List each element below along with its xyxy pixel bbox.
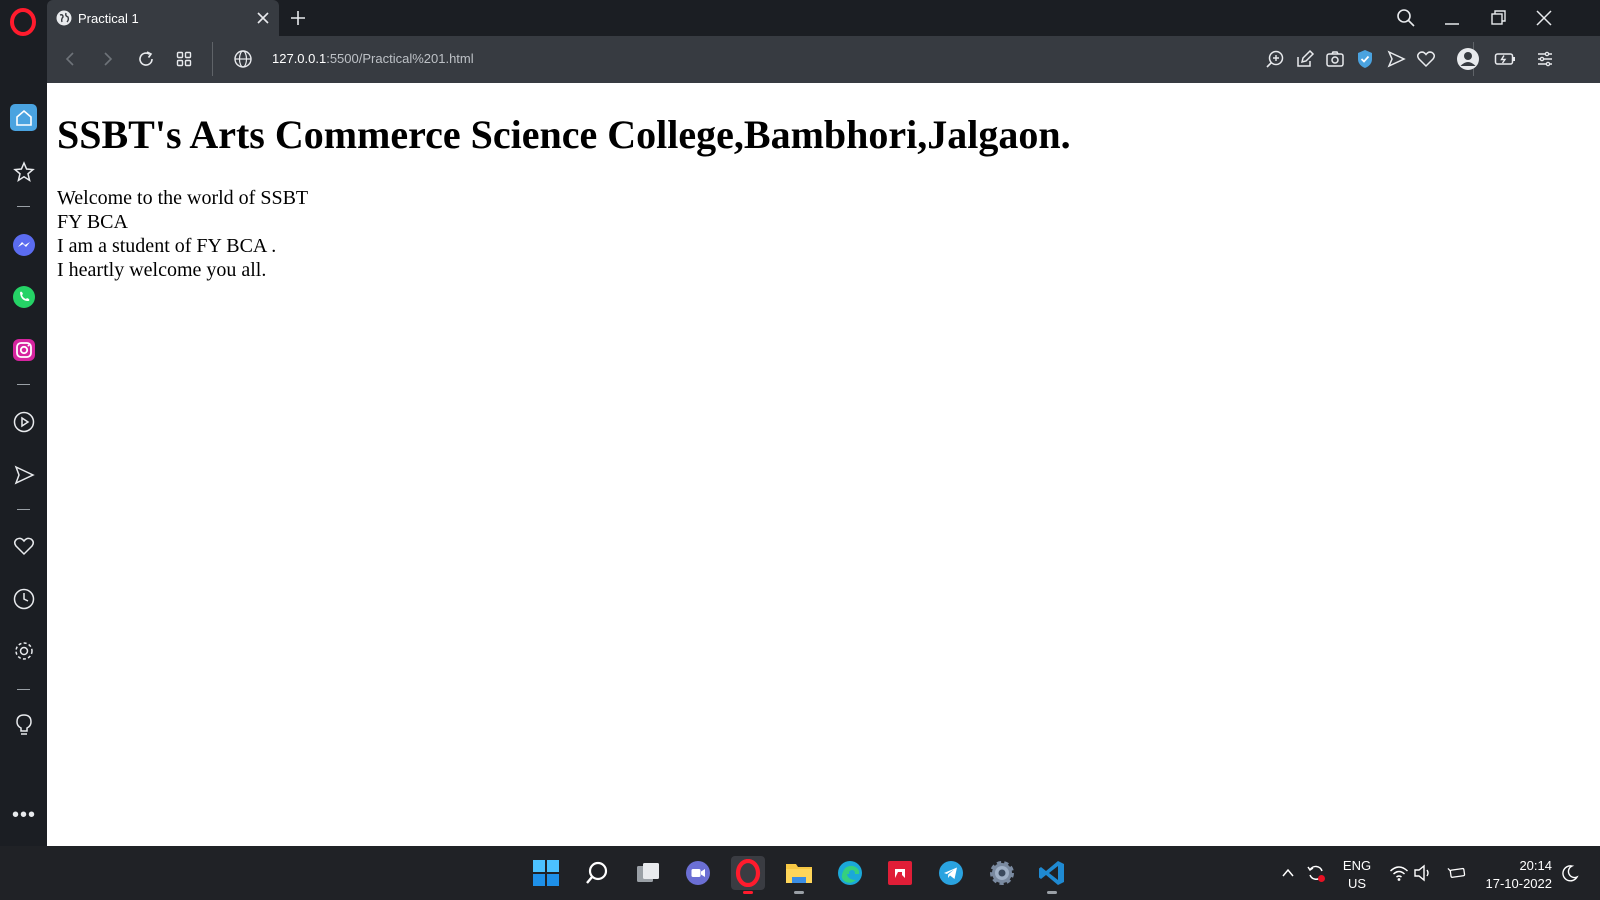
bookmarks-star-icon[interactable]	[11, 159, 36, 184]
tips-lightbulb-icon[interactable]	[11, 712, 36, 737]
url-host: 127.0.0.1	[272, 51, 327, 66]
file-explorer-icon[interactable]	[782, 856, 816, 894]
settings-gear-icon[interactable]	[11, 638, 36, 663]
windows-taskbar: ENG US 20:14 17-10-2022	[0, 846, 1600, 900]
battery-charging-icon[interactable]	[1447, 863, 1467, 883]
restore-window-icon[interactable]	[1487, 7, 1509, 29]
globe-favicon-icon	[56, 10, 72, 26]
my-flow-send-icon[interactable]	[1385, 48, 1407, 70]
sidebar-separator	[17, 509, 30, 510]
search-icon[interactable]	[580, 856, 614, 890]
vscode-icon[interactable]	[1035, 856, 1069, 894]
page-line: Welcome to the world of SSBT	[57, 187, 309, 209]
browser-toolbar: 127.0.0.1:5500/Practical%201.html	[47, 36, 1600, 83]
close-tab-icon[interactable]	[255, 10, 271, 26]
opera-taskbar-icon[interactable]	[731, 856, 765, 894]
opera-logo-icon[interactable]	[10, 8, 36, 36]
tab-grid-icon[interactable]	[173, 48, 195, 70]
teams-chat-icon[interactable]	[681, 856, 715, 890]
my-flow-send-icon[interactable]	[11, 462, 36, 487]
tab-search-icon[interactable]	[1395, 7, 1417, 29]
speed-dial-home-icon[interactable]	[10, 104, 37, 131]
show-hidden-icons-chevron-icon[interactable]	[1278, 863, 1298, 883]
vpn-shield-icon[interactable]	[1354, 48, 1376, 70]
page-line: I heartly welcome you all.	[57, 259, 267, 281]
messenger-icon[interactable]	[11, 232, 36, 257]
instagram-icon[interactable]	[11, 337, 36, 362]
page-paragraph: Welcome to the world of SSBT FY BCA I am…	[57, 186, 308, 282]
page-heading: SSBT's Arts Commerce Science College,Bam…	[57, 112, 1071, 157]
history-clock-icon[interactable]	[11, 586, 36, 611]
battery-saver-icon[interactable]	[1494, 48, 1516, 70]
tab-title: Practical 1	[78, 11, 139, 26]
opera-sidebar: •••	[0, 0, 47, 846]
pinboard-heart-icon[interactable]	[1415, 48, 1437, 70]
share-edit-icon[interactable]	[1294, 48, 1316, 70]
sidebar-more-icon[interactable]: •••	[12, 805, 36, 825]
address-bar-url[interactable]: 127.0.0.1:5500/Practical%201.html	[272, 51, 474, 66]
player-icon[interactable]	[11, 409, 36, 434]
page-line: I am a student of FY BCA .	[57, 235, 277, 257]
zoom-icon[interactable]	[1264, 48, 1286, 70]
running-indicator	[794, 891, 804, 894]
back-arrow-icon[interactable]	[59, 48, 81, 70]
sync-alert-icon[interactable]	[1306, 863, 1326, 883]
pinboard-heart-icon[interactable]	[11, 533, 36, 558]
task-view-icon[interactable]	[631, 856, 665, 890]
language-code: ENG	[1342, 858, 1372, 873]
sidebar-separator	[17, 206, 30, 207]
volume-speaker-icon[interactable]	[1413, 863, 1433, 883]
easy-setup-menu-icon[interactable]	[1534, 48, 1556, 70]
tab-practical-1[interactable]: Practical 1	[47, 0, 279, 36]
sidebar-separator	[17, 689, 30, 690]
url-path: :5500/Practical%201.html	[326, 51, 474, 66]
whatsapp-icon[interactable]	[11, 284, 36, 309]
sidebar-separator	[17, 384, 30, 385]
amd-software-icon[interactable]	[883, 856, 917, 890]
snapshot-camera-icon[interactable]	[1324, 48, 1346, 70]
telegram-icon[interactable]	[934, 856, 968, 890]
wifi-icon[interactable]	[1389, 863, 1409, 883]
toolbar-divider	[212, 42, 213, 76]
new-tab-plus-icon[interactable]	[288, 8, 308, 28]
web-page-content: SSBT's Arts Commerce Science College,Bam…	[47, 83, 1600, 846]
site-info-globe-icon[interactable]	[232, 48, 254, 70]
settings-gear-icon[interactable]	[985, 856, 1019, 890]
forward-arrow-icon[interactable]	[97, 48, 119, 70]
start-windows-icon[interactable]	[529, 856, 563, 890]
close-window-icon[interactable]	[1533, 7, 1555, 29]
reload-icon[interactable]	[135, 48, 157, 70]
tab-strip: Practical 1	[47, 0, 1600, 36]
running-indicator	[743, 891, 753, 894]
profile-avatar-icon[interactable]	[1455, 46, 1481, 72]
clock-date-text: 17-10-2022	[1485, 876, 1553, 891]
minimize-window-icon[interactable]	[1441, 7, 1463, 29]
running-indicator	[1047, 891, 1057, 894]
clock-date[interactable]: 20:14 17-10-2022	[1478, 858, 1558, 891]
focus-assist-moon-icon[interactable]	[1560, 863, 1580, 883]
region-code: US	[1347, 876, 1367, 891]
input-language[interactable]: ENG US	[1340, 858, 1374, 891]
page-line: FY BCA	[57, 211, 128, 233]
clock-time: 20:14	[1519, 858, 1552, 873]
edge-icon[interactable]	[833, 856, 867, 890]
